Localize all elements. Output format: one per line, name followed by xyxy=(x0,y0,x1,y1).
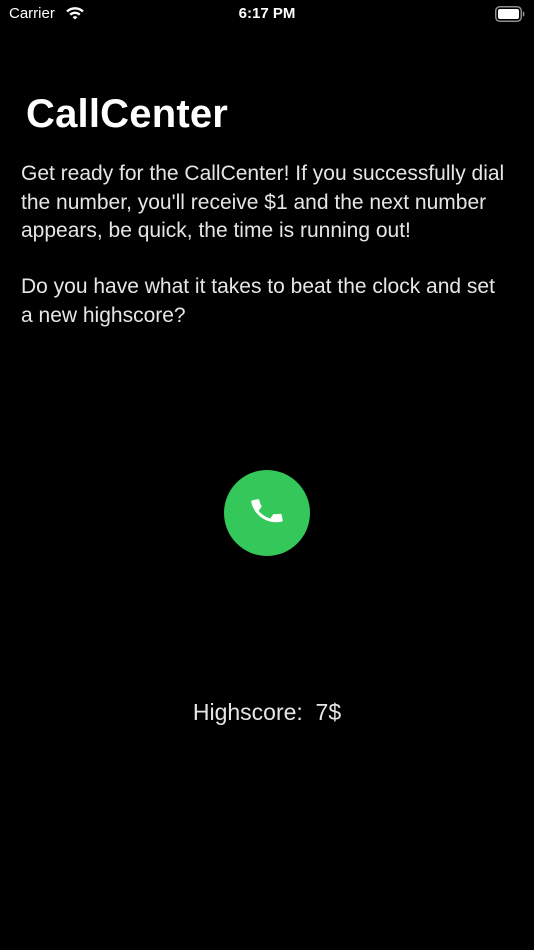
battery-icon xyxy=(495,6,525,22)
intro-text: Get ready for the CallCenter! If you suc… xyxy=(21,162,505,242)
highscore-label: Highscore: 7$ xyxy=(192,699,342,725)
page-title: CallCenter xyxy=(26,92,229,136)
call-button[interactable] xyxy=(224,470,310,556)
phone-icon xyxy=(249,493,285,534)
question-text: Do you have what it takes to beat the cl… xyxy=(21,275,495,327)
status-bar: Carrier 6:17 PM xyxy=(0,0,534,30)
status-time: 6:17 PM xyxy=(238,5,296,22)
